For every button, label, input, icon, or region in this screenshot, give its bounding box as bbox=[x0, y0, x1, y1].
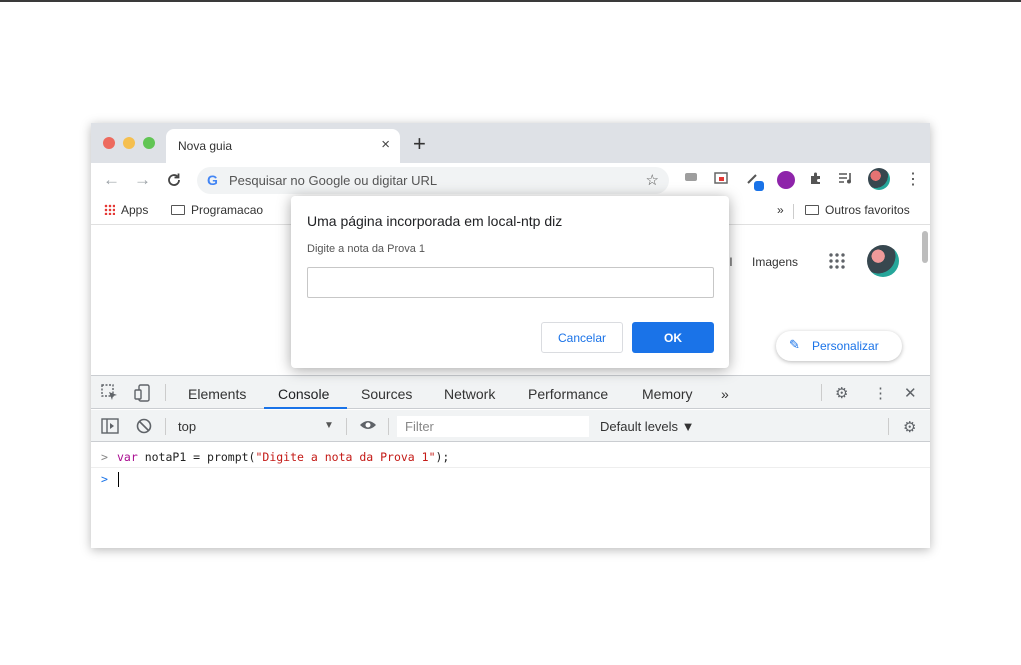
clear-console-icon[interactable] bbox=[136, 418, 152, 438]
active-tab-indicator bbox=[264, 407, 347, 409]
pencil-icon: ✎ bbox=[789, 337, 800, 352]
device-toolbar-icon[interactable] bbox=[134, 384, 152, 406]
toolbar-divider bbox=[346, 418, 347, 435]
tab-close-icon[interactable]: × bbox=[381, 136, 390, 153]
console-prompt-line[interactable]: > bbox=[91, 469, 930, 490]
ok-button[interactable]: OK bbox=[632, 322, 714, 353]
devtools-menu-icon[interactable]: ⋮ bbox=[873, 384, 888, 402]
profile-avatar[interactable] bbox=[867, 245, 899, 277]
tab-title: Nova guia bbox=[178, 139, 233, 153]
personalizar-label: Personalizar bbox=[812, 339, 879, 353]
dialog-title: Uma página incorporada em local-ntp diz bbox=[307, 213, 563, 229]
bookmark-programacao-label: Programacao bbox=[191, 203, 264, 217]
reload-icon[interactable] bbox=[166, 170, 182, 193]
console-input-prompt: > bbox=[101, 450, 108, 464]
dialog-message: Digite a nota da Prova 1 bbox=[307, 243, 426, 255]
address-placeholder: Pesquisar no Google ou digitar URL bbox=[229, 173, 438, 188]
code-string: "Digite a nota da Prova 1" bbox=[255, 450, 436, 464]
console-toolbar: top ▼ Default levels ▼ ⚙ bbox=[91, 410, 930, 442]
console-code: var notaP1 = prompt("Digite a nota da Pr… bbox=[117, 450, 449, 464]
forward-icon[interactable]: → bbox=[134, 170, 151, 190]
profile-avatar-small[interactable] bbox=[868, 168, 890, 190]
extension-chat-icon[interactable] bbox=[682, 171, 700, 189]
text-caret bbox=[118, 472, 119, 487]
extension-image-icon[interactable] bbox=[712, 171, 730, 189]
console-output[interactable]: > var notaP1 = prompt("Digite a nota da … bbox=[91, 443, 930, 548]
default-levels-dropdown[interactable]: Default levels ▼ bbox=[600, 419, 695, 434]
folder-icon bbox=[805, 205, 819, 215]
dialog-input-field[interactable] bbox=[307, 267, 714, 298]
apps-grid-icon bbox=[104, 204, 115, 215]
prompt-dialog: Uma página incorporada em local-ntp diz … bbox=[291, 196, 729, 368]
zoom-window-button[interactable] bbox=[143, 137, 155, 149]
bookmark-programacao[interactable]: Programacao bbox=[171, 203, 263, 217]
toolbar-divider bbox=[888, 418, 889, 435]
bookmark-outros-favoritos[interactable]: Outros favoritos bbox=[805, 203, 910, 217]
bookmarks-divider bbox=[793, 204, 794, 219]
toolbar: ← → G Pesquisar no Google ou digitar URL… bbox=[91, 163, 930, 197]
devtools-panel: Elements Console Sources Network Perform… bbox=[91, 375, 930, 548]
console-settings-icon[interactable]: ⚙ bbox=[903, 418, 916, 436]
bookmark-outros-label: Outros favoritos bbox=[825, 203, 910, 217]
bookmark-star-icon[interactable]: ☆ bbox=[646, 171, 659, 189]
toolbar-divider bbox=[821, 384, 822, 401]
imagens-link[interactable]: Imagens bbox=[752, 255, 798, 269]
folder-icon bbox=[171, 205, 185, 215]
minimize-window-button[interactable] bbox=[123, 137, 135, 149]
page-scrollbar[interactable] bbox=[922, 231, 928, 263]
bookmark-apps[interactable]: Apps bbox=[104, 203, 148, 217]
show-sidebar-icon[interactable] bbox=[101, 418, 119, 438]
toolbar-divider bbox=[165, 418, 166, 435]
inspect-element-icon[interactable] bbox=[101, 384, 119, 406]
tab-console[interactable]: Console bbox=[278, 386, 329, 402]
console-filter-input[interactable] bbox=[397, 416, 589, 437]
tab-elements[interactable]: Elements bbox=[188, 386, 246, 402]
top-rule bbox=[0, 0, 1021, 2]
cancel-button[interactable]: Cancelar bbox=[541, 322, 623, 353]
tab-sources[interactable]: Sources bbox=[361, 386, 412, 402]
bookmarks-more-icon[interactable]: » bbox=[777, 203, 784, 217]
console-history-line: > var notaP1 = prompt("Digite a nota da … bbox=[91, 447, 930, 468]
devtools-settings-icon[interactable]: ⚙ bbox=[835, 384, 848, 402]
extension-blue-badge-icon bbox=[754, 181, 764, 191]
address-bar[interactable]: G Pesquisar no Google ou digitar URL ☆ bbox=[197, 167, 669, 194]
extensions-puzzle-icon[interactable] bbox=[807, 171, 825, 189]
context-selector[interactable]: top bbox=[178, 419, 196, 434]
new-tab-icon[interactable]: + bbox=[413, 131, 426, 157]
browser-menu-icon[interactable]: ⋮ bbox=[905, 169, 921, 189]
tab-performance[interactable]: Performance bbox=[528, 386, 608, 402]
devtools-close-icon[interactable]: ✕ bbox=[904, 384, 917, 402]
live-expression-eye-icon[interactable] bbox=[359, 418, 377, 436]
tab-memory[interactable]: Memory bbox=[642, 386, 693, 402]
code-text: notaP1 = prompt( bbox=[137, 450, 256, 464]
bookmark-apps-label: Apps bbox=[121, 203, 149, 217]
media-controls-icon[interactable] bbox=[837, 171, 855, 189]
toolbar-divider bbox=[165, 384, 166, 401]
code-keyword: var bbox=[117, 450, 138, 464]
more-tabs-icon[interactable]: » bbox=[721, 386, 729, 402]
code-text-end: ); bbox=[435, 450, 450, 464]
console-active-prompt: > bbox=[101, 472, 108, 486]
extension-purple-icon[interactable] bbox=[777, 171, 795, 189]
tab-network[interactable]: Network bbox=[444, 386, 495, 402]
google-apps-icon[interactable] bbox=[828, 252, 846, 270]
close-window-button[interactable] bbox=[103, 137, 115, 149]
google-icon: G bbox=[207, 172, 218, 188]
tab-strip: Nova guia × + bbox=[91, 123, 930, 163]
tab-nova-guia[interactable]: Nova guia × bbox=[166, 129, 400, 163]
toolbar-divider bbox=[388, 418, 389, 435]
back-icon[interactable]: ← bbox=[103, 170, 120, 190]
devtools-tab-bar: Elements Console Sources Network Perform… bbox=[91, 376, 930, 409]
personalizar-button[interactable]: ✎ Personalizar bbox=[776, 331, 902, 361]
context-dropdown-icon[interactable]: ▼ bbox=[324, 420, 334, 431]
